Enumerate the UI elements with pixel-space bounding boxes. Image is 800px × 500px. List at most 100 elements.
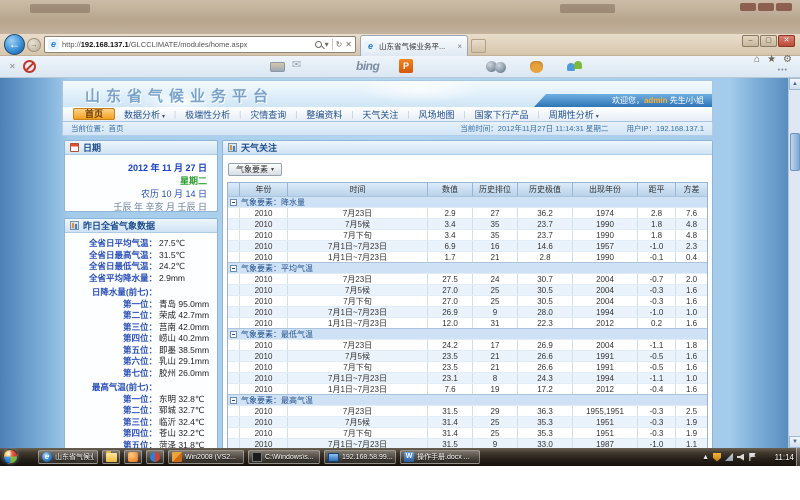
table-row[interactable]: 20107月5候27.02530.52004-0.31.6 <box>228 284 707 295</box>
mail-icon[interactable]: ✉ <box>292 58 301 71</box>
table-row[interactable]: 20107月下旬23.52126.61991-0.51.6 <box>228 361 707 372</box>
minimize-button[interactable]: – <box>742 35 759 47</box>
binoculars-icon[interactable] <box>486 61 508 73</box>
table-group-band[interactable]: 气象要素：降水量 <box>228 196 707 207</box>
table-row[interactable]: 20101月1日~7月23日1.7212.81990-0.10.4 <box>228 251 707 262</box>
paw-icon[interactable] <box>530 61 543 73</box>
table-header-expand-cell <box>228 183 240 196</box>
collapse-icon[interactable] <box>230 265 237 272</box>
table-row[interactable]: 20101月1日~7月23日12.03122.320120.21.6 <box>228 317 707 328</box>
menu-item-风场地图[interactable]: 风场地图 <box>410 108 464 121</box>
flag-icon[interactable] <box>748 453 756 461</box>
bing-logo[interactable]: bing <box>356 59 379 73</box>
taskbar-button-cmd[interactable]: C:\Windows\s... <box>248 450 320 464</box>
refresh-icon[interactable]: ↻ <box>336 40 343 49</box>
table-cell: 1951 <box>573 417 638 427</box>
table-row[interactable]: 20107月23日27.52430.72004-0.72.0 <box>228 273 707 284</box>
new-tab-button[interactable] <box>471 39 486 53</box>
table-cell: 2.9 <box>428 208 473 218</box>
table-row[interactable]: 20107月23日31.52936.31955,1951-0.32.5 <box>228 405 707 416</box>
favorites-star-icon[interactable]: ★ <box>767 54 776 65</box>
table-cell: 7月23日 <box>288 340 428 350</box>
page-favicon-icon: e <box>48 39 59 50</box>
people-icon[interactable] <box>567 60 587 73</box>
show-desktop-button[interactable] <box>796 448 800 466</box>
table-row[interactable]: 20107月下旬31.42535.31951-0.31.9 <box>228 427 707 438</box>
stop-icon[interactable]: ✕ <box>345 40 352 49</box>
table-row[interactable]: 20107月下旬27.02530.52004-0.31.6 <box>228 295 707 306</box>
back-button[interactable]: ← <box>4 34 25 55</box>
menu-item-天气关注[interactable]: 天气关注 <box>353 108 407 121</box>
table-cell: 36.2 <box>518 208 573 218</box>
bing-toolbar-badge[interactable]: P <box>399 59 413 73</box>
maximize-button[interactable]: ▢ <box>760 35 777 47</box>
table-group-band[interactable]: 气象要素：平均气温 <box>228 262 707 273</box>
table-row[interactable]: 20107月5候23.52126.61991-0.51.6 <box>228 350 707 361</box>
table-row[interactable]: 20107月1日~7月23日6.91614.61957-1.02.3 <box>228 240 707 251</box>
table-group-band[interactable]: 气象要素：最低气温 <box>228 328 707 339</box>
table-row[interactable]: 20107月下旬3.43523.719901.84.8 <box>228 229 707 240</box>
tray-expand-icon[interactable]: ▲ <box>702 454 709 461</box>
volume-icon[interactable] <box>737 454 744 461</box>
menu-item-周期性分析[interactable]: 周期性分析▾ <box>540 108 608 121</box>
table-row[interactable]: 20107月1日~7月23日23.1824.31994-1.11.0 <box>228 372 707 383</box>
action-center-icon[interactable] <box>713 453 721 462</box>
table-cell <box>228 241 240 251</box>
tab-title[interactable]: 山东省气候业务平... <box>379 41 456 52</box>
taskbar-button-word[interactable]: W操作手册.docx ... <box>400 450 480 464</box>
table-cell: 35 <box>473 230 518 240</box>
table-cell: 35 <box>473 219 518 229</box>
taskbar-button-ie[interactable]: e山东省气候业... <box>38 450 98 464</box>
toolbar-overflow-icon[interactable]: ••• <box>778 67 788 74</box>
taskbar-button-orange[interactable] <box>124 450 142 464</box>
toolbar-close-icon[interactable]: ✕ <box>9 62 16 71</box>
autocomplete-dropdown-icon[interactable]: ▾ <box>325 40 329 49</box>
scroll-down-icon[interactable]: ▼ <box>789 436 800 448</box>
tools-gear-icon[interactable]: ⚙ <box>783 54 792 65</box>
close-button[interactable]: ✕ <box>778 35 795 47</box>
table-cell: 7月下旬 <box>288 296 428 306</box>
table-cell: 1月1日~7月23日 <box>288 252 428 262</box>
menu-item-首页[interactable]: 首页 <box>73 108 115 120</box>
scroll-up-icon[interactable]: ▲ <box>789 78 800 90</box>
taskbar-button-folder[interactable] <box>102 450 120 464</box>
browser-tab[interactable]: e 山东省气候业务平... × <box>360 35 468 56</box>
menu-item-灾情查询[interactable]: 灾情查询 <box>241 108 295 121</box>
table-cell: 12.0 <box>428 318 473 328</box>
table-row[interactable]: 20107月23日24.21726.92004-1.11.8 <box>228 339 707 350</box>
collapse-icon[interactable] <box>230 331 237 338</box>
table-row[interactable]: 20107月1日~7月23日31.5933.01987-1.01.1 <box>228 438 707 448</box>
table-row[interactable]: 20107月23日2.92736.219742.87.6 <box>228 207 707 218</box>
menu-item-整编资料[interactable]: 整编资料 <box>297 108 351 121</box>
table-row[interactable]: 20107月5候31.42535.31951-0.31.9 <box>228 416 707 427</box>
table-cell: 7月1日~7月23日 <box>288 241 428 251</box>
search-icon[interactable] <box>315 41 322 48</box>
favorites-card-icon[interactable] <box>270 62 285 72</box>
url-text[interactable]: http://192.168.137.1/GLCCLIMATE/modules/… <box>62 40 315 49</box>
table-row[interactable]: 20107月5候3.43523.719901.84.8 <box>228 218 707 229</box>
menu-item-国家下行产品[interactable]: 国家下行产品 <box>466 108 538 121</box>
home-icon[interactable]: ⌂ <box>754 54 760 65</box>
vertical-scrollbar[interactable]: ▲ ▼ <box>788 78 800 448</box>
weather-rank-row: 第一位：青岛 95.0mm <box>65 299 213 311</box>
menu-item-极端性分析[interactable]: 极端性分析 <box>176 108 239 121</box>
rank-value: 郓城 32.7℃ <box>159 405 204 417</box>
collapse-icon[interactable] <box>230 199 237 206</box>
table-row[interactable]: 20107月1日~7月23日26.9928.01994-1.01.0 <box>228 306 707 317</box>
forward-button[interactable]: → <box>27 38 41 52</box>
scrollbar-thumb[interactable] <box>790 133 800 171</box>
taskbar-button-round[interactable] <box>146 450 164 464</box>
address-bar[interactable]: e http://192.168.137.1/GLCCLIMATE/module… <box>44 36 356 53</box>
tab-close-icon[interactable]: × <box>456 42 463 51</box>
divider <box>332 39 333 50</box>
taskbar-button-vm[interactable]: Win2008 (VS2... <box>168 450 244 464</box>
table-row[interactable]: 20101月1日~7月23日7.61917.22012-0.41.6 <box>228 383 707 394</box>
taskbar-button-rdp[interactable]: 192.168.58.99... <box>324 450 396 464</box>
network-icon[interactable] <box>725 453 733 461</box>
table-group-band[interactable]: 气象要素：最高气温 <box>228 394 707 405</box>
collapse-icon[interactable] <box>230 397 237 404</box>
taskbar-clock[interactable]: 11:14 <box>775 448 794 466</box>
menu-item-数据分析[interactable]: 数据分析▾ <box>115 108 174 121</box>
start-button[interactable] <box>3 449 18 464</box>
element-filter-button[interactable]: 气象要素 ▾ <box>228 163 282 176</box>
